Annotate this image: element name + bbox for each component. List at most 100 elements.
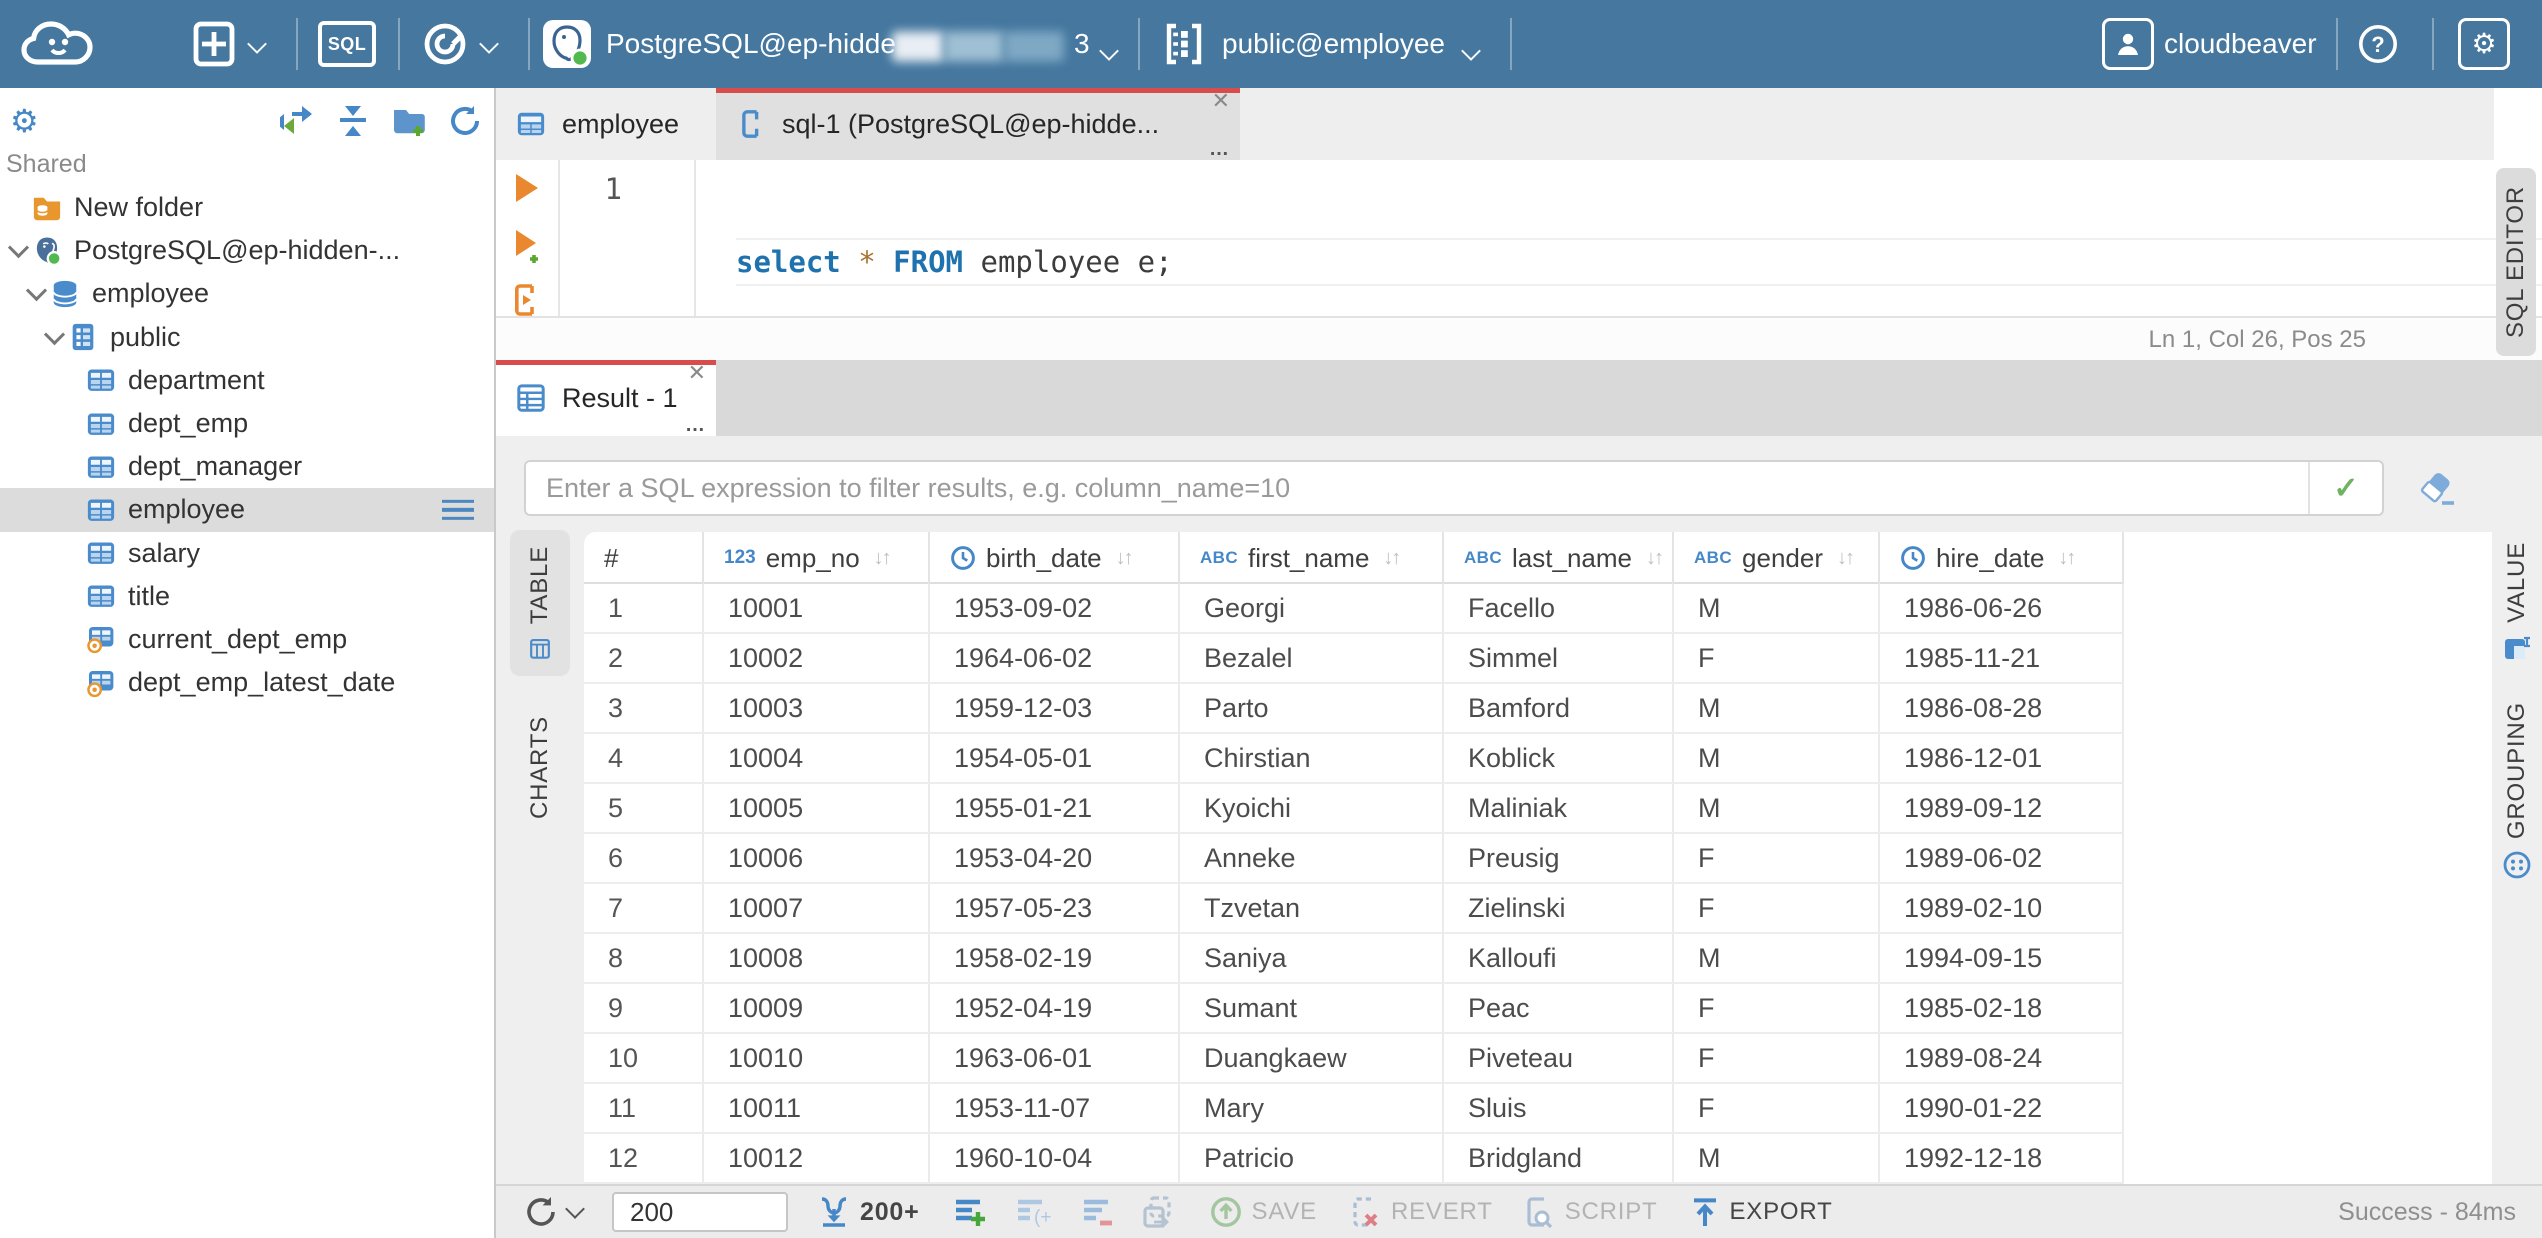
tab-grouping-panel[interactable]: GROUPING	[2496, 702, 2538, 879]
data-cell[interactable]: 10005	[704, 784, 930, 834]
data-cell[interactable]: Georgi	[1180, 584, 1444, 634]
sort-icon[interactable]: ↓↑	[1646, 547, 1664, 570]
column-header-last_name[interactable]: ABC last_name ↓↑	[1444, 532, 1674, 584]
data-cell[interactable]: F	[1674, 634, 1880, 684]
close-tab-icon[interactable]: ✕	[1212, 90, 1230, 112]
collapse-all-icon[interactable]	[336, 104, 370, 138]
clear-filter-eraser-icon[interactable]	[2420, 468, 2460, 508]
row-limit-input[interactable]	[612, 1192, 788, 1232]
sync-connection-icon[interactable]	[280, 104, 314, 138]
data-cell[interactable]: 1959-12-03	[930, 684, 1180, 734]
data-cell[interactable]: Piveteau	[1444, 1034, 1674, 1084]
data-cell[interactable]: F	[1674, 884, 1880, 934]
tree-item-new-folder[interactable]: New folder	[0, 186, 494, 229]
fetch-more-button[interactable]: 200+	[818, 1197, 920, 1227]
data-cell[interactable]: 1990-01-22	[1880, 1084, 2124, 1134]
sort-icon[interactable]: ↓↑	[1116, 547, 1134, 570]
data-cell[interactable]: M	[1674, 734, 1880, 784]
data-cell[interactable]: M	[1674, 684, 1880, 734]
data-cell[interactable]: 1963-06-01	[930, 1034, 1180, 1084]
data-cell[interactable]: 10010	[704, 1034, 930, 1084]
data-cell[interactable]: M	[1674, 934, 1880, 984]
column-header-emp_no[interactable]: 123 emp_no ↓↑	[704, 532, 930, 584]
sort-icon[interactable]: ↓↑	[1837, 547, 1855, 570]
data-cell[interactable]: Duangkaew	[1180, 1034, 1444, 1084]
revert-button[interactable]: REVERT	[1349, 1196, 1493, 1228]
data-cell[interactable]: 10011	[704, 1084, 930, 1134]
data-cell[interactable]: F	[1674, 834, 1880, 884]
tree-item-title[interactable]: title	[0, 575, 494, 618]
data-cell[interactable]: F	[1674, 1034, 1880, 1084]
data-cell[interactable]: Parto	[1180, 684, 1444, 734]
data-cell[interactable]: 1964-06-02	[930, 634, 1180, 684]
data-cell[interactable]: Simmel	[1444, 634, 1674, 684]
settings-button[interactable]: ⚙	[2458, 18, 2510, 70]
data-cell[interactable]: 1989-02-10	[1880, 884, 2124, 934]
data-cell[interactable]: Bezalel	[1180, 634, 1444, 684]
data-cell[interactable]: 10009	[704, 984, 930, 1034]
execute-script-button[interactable]	[512, 284, 542, 316]
filter-input[interactable]	[526, 462, 2308, 514]
data-cell[interactable]: Koblick	[1444, 734, 1674, 784]
data-cell[interactable]: 1953-04-20	[930, 834, 1180, 884]
data-cell[interactable]: 1989-09-12	[1880, 784, 2124, 834]
tab-table-view[interactable]: TABLE	[510, 530, 570, 676]
data-cell[interactable]: M	[1674, 584, 1880, 634]
data-cell[interactable]: 10004	[704, 734, 930, 784]
data-cell[interactable]: Sumant	[1180, 984, 1444, 1034]
chevron-down-icon[interactable]	[40, 323, 68, 351]
data-cell[interactable]: 10006	[704, 834, 930, 884]
tab-value-panel[interactable]: VALUE	[2496, 542, 2538, 661]
data-cell[interactable]: 10002	[704, 634, 930, 684]
code-area[interactable]: select * FROM employee e;	[696, 160, 2542, 316]
refresh-results-button[interactable]	[524, 1195, 585, 1229]
data-cell[interactable]: 1985-11-21	[1880, 634, 2124, 684]
tab-sql-editor[interactable]: sql-1 (PostgreSQL@ep-hidde... ✕ …	[716, 88, 1240, 160]
schema-selector[interactable]: public@employee	[1222, 28, 1445, 60]
data-cell[interactable]: 1953-11-07	[930, 1084, 1180, 1134]
data-cell[interactable]: M	[1674, 784, 1880, 834]
tree-item-salary[interactable]: salary	[0, 532, 494, 575]
data-cell[interactable]: 10012	[704, 1134, 930, 1184]
data-cell[interactable]: Tzvetan	[1180, 884, 1444, 934]
data-cell[interactable]: 1955-01-21	[930, 784, 1180, 834]
data-cell[interactable]: 10003	[704, 684, 930, 734]
duplicate-row-button[interactable]: (+)	[1016, 1196, 1052, 1228]
data-cell[interactable]: 1992-12-18	[1880, 1134, 2124, 1184]
data-cell[interactable]: F	[1674, 1084, 1880, 1134]
column-header-first_name[interactable]: ABC first_name ↓↑	[1180, 532, 1444, 584]
data-cell[interactable]: Maliniak	[1444, 784, 1674, 834]
user-avatar-icon[interactable]	[2102, 18, 2154, 70]
data-cell[interactable]: 1994-09-15	[1880, 934, 2124, 984]
tree-item-postgresql-ep-hidden-[interactable]: PostgreSQL@ep-hidden-...	[0, 229, 494, 272]
column-header-birth_date[interactable]: birth_date ↓↑	[930, 532, 1180, 584]
script-button[interactable]: SCRIPT	[1523, 1196, 1658, 1228]
data-cell[interactable]: 10001	[704, 584, 930, 634]
data-cell[interactable]: 1958-02-19	[930, 934, 1180, 984]
save-button[interactable]: SAVE	[1210, 1196, 1317, 1228]
tab-sql-editor-rail[interactable]: SQL EDITOR	[2496, 168, 2536, 356]
cloudbeaver-logo-icon[interactable]	[18, 16, 106, 72]
delete-row-button[interactable]	[1082, 1196, 1114, 1228]
new-folder-icon[interactable]	[392, 104, 426, 138]
data-cell[interactable]: Bridgland	[1444, 1134, 1674, 1184]
chevron-down-icon[interactable]	[4, 237, 32, 265]
sql-editor-button[interactable]: SQL	[318, 21, 376, 67]
close-tab-icon[interactable]: ✕	[688, 362, 706, 384]
tree-item-employee[interactable]: employee	[0, 488, 494, 532]
tree-item-dept-manager[interactable]: dept_manager	[0, 445, 494, 488]
data-cell[interactable]: Bamford	[1444, 684, 1674, 734]
execute-query-button[interactable]	[512, 172, 542, 204]
data-cell[interactable]: 1985-02-18	[1880, 984, 2124, 1034]
tab-menu-icon[interactable]: …	[1209, 139, 1230, 159]
sidebar-settings-gear-icon[interactable]: ⚙	[10, 104, 44, 138]
chevron-down-icon[interactable]	[22, 280, 50, 308]
data-cell[interactable]: Zielinski	[1444, 884, 1674, 934]
data-cell[interactable]: M	[1674, 1134, 1880, 1184]
data-cell[interactable]: Kyoichi	[1180, 784, 1444, 834]
data-cell[interactable]: Mary	[1180, 1084, 1444, 1134]
export-button[interactable]: EXPORT	[1690, 1196, 1833, 1228]
tree-item-department[interactable]: department	[0, 359, 494, 402]
execute-query-new-tab-button[interactable]	[512, 228, 546, 264]
new-connection-button[interactable]	[190, 20, 267, 68]
